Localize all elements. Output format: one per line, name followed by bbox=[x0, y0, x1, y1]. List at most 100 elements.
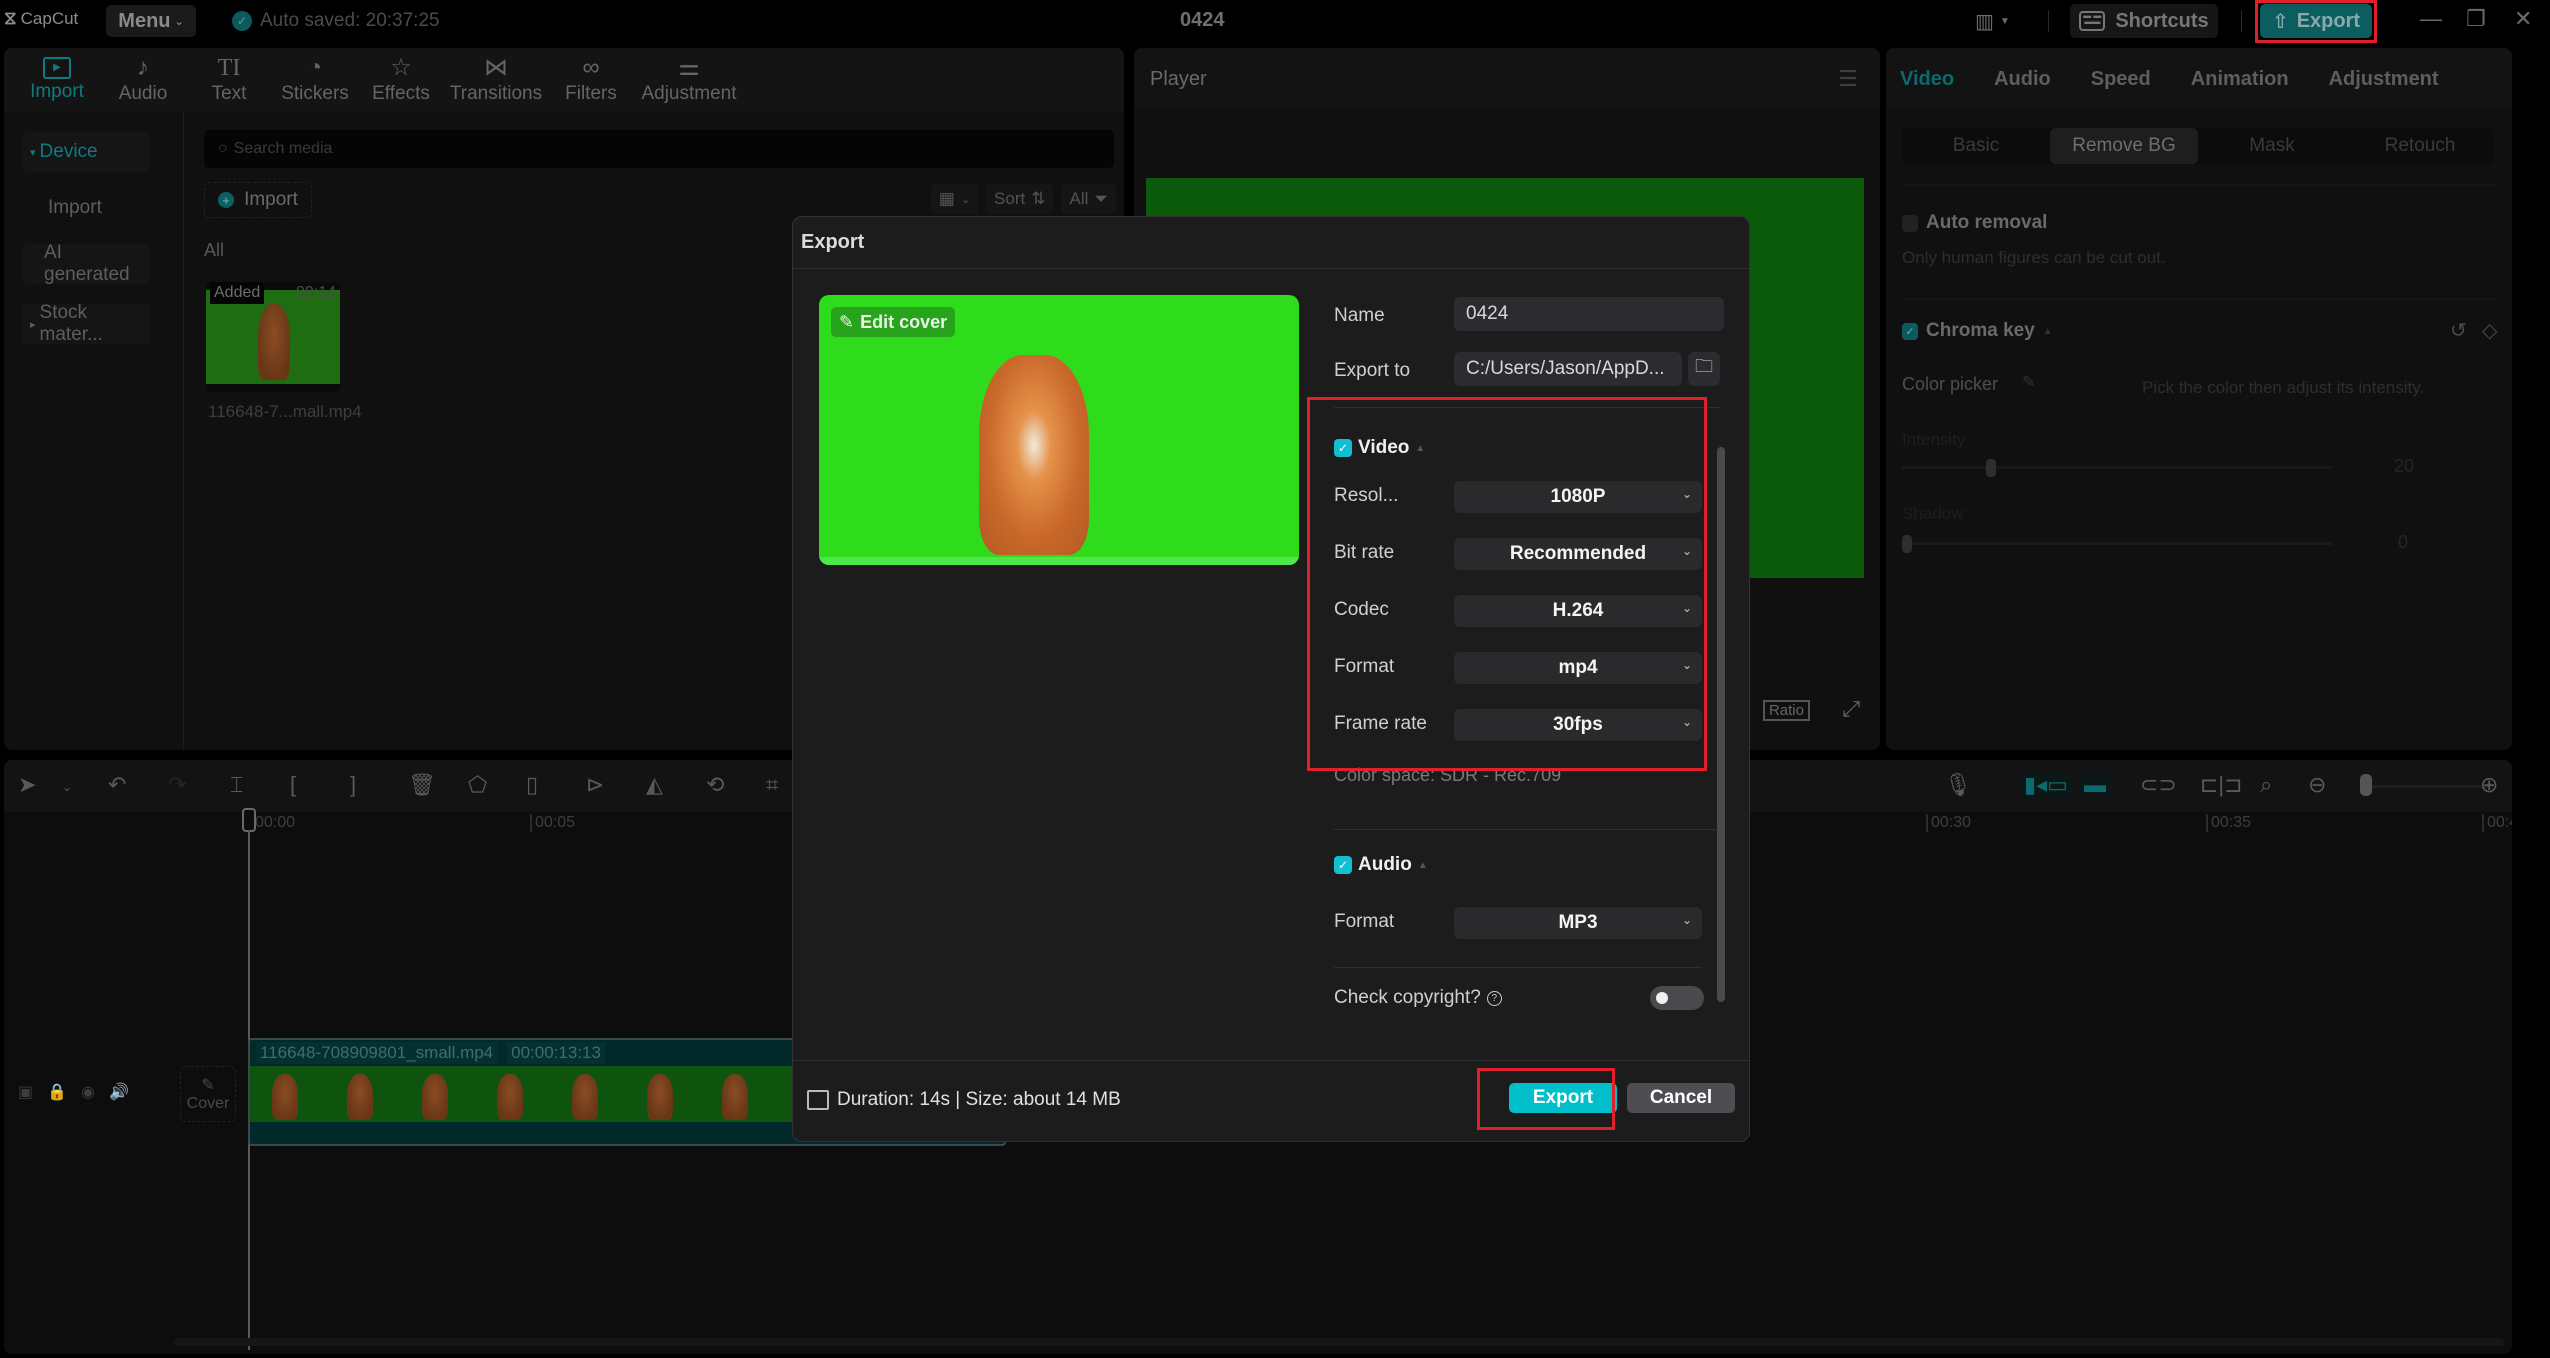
subtab-retouch[interactable]: Retouch bbox=[2346, 128, 2494, 164]
auto-removal-checkbox[interactable] bbox=[1902, 214, 1918, 232]
shadow-slider[interactable] bbox=[1902, 535, 2332, 553]
sidebar-item-ai-generated[interactable]: AI generated bbox=[22, 242, 150, 285]
tab-adjustment[interactable]: Adjustment bbox=[2329, 68, 2439, 91]
filter-button[interactable]: All ⏷ bbox=[1061, 184, 1116, 214]
split-icon[interactable]: ⌶ bbox=[230, 772, 243, 798]
tab-audio[interactable]: Audio bbox=[1994, 68, 2051, 91]
import-button[interactable]: + Import bbox=[204, 182, 312, 218]
split-right-icon[interactable]: ] bbox=[350, 772, 356, 798]
redo-icon[interactable]: ↷ bbox=[168, 772, 186, 798]
keyboard-icon: ▬ ▬ ▬▬ bbox=[2079, 11, 2106, 31]
media-item[interactable]: Added 00:14 bbox=[206, 282, 340, 392]
link-icon[interactable]: ⊂⊃ bbox=[2140, 772, 2177, 798]
zoom-out-icon[interactable]: ⊖ bbox=[2308, 772, 2326, 798]
zoom-fit-icon[interactable]: ⌕ bbox=[2260, 772, 2272, 798]
tool-effects[interactable]: ☆ Effects bbox=[358, 48, 444, 112]
crop-icon[interactable]: ⌗ bbox=[766, 772, 778, 798]
slider-knob[interactable] bbox=[1902, 535, 1912, 553]
freeze-icon[interactable]: ▯ bbox=[526, 772, 538, 798]
caret-up-icon[interactable]: ▲ bbox=[1418, 860, 1428, 871]
marker-icon[interactable]: ⬠ bbox=[468, 772, 487, 798]
tab-speed[interactable]: Speed bbox=[2091, 68, 2151, 91]
intensity-value[interactable]: 20 bbox=[2394, 456, 2414, 477]
lock-icon[interactable]: 🔒 bbox=[47, 1082, 67, 1102]
subtab-remove-bg[interactable]: Remove BG bbox=[2050, 128, 2198, 164]
playhead-handle[interactable] bbox=[242, 808, 256, 832]
tool-audio[interactable]: ♪ Audio bbox=[100, 48, 186, 112]
track-toggle-icon[interactable]: ▣ bbox=[18, 1082, 33, 1102]
microphone-icon[interactable]: 🎙 bbox=[1944, 772, 1972, 798]
split-left-icon[interactable]: [ bbox=[290, 772, 296, 798]
tab-video[interactable]: Video bbox=[1900, 68, 1954, 91]
tool-import[interactable]: ▶ Import bbox=[14, 48, 100, 112]
auto-snap-icon[interactable]: ▬ bbox=[2080, 772, 2110, 798]
main-track-magnet-icon[interactable]: ▮◂▭ bbox=[2020, 772, 2072, 798]
tool-adjustment[interactable]: ⚌ Adjustment bbox=[634, 48, 744, 112]
layout-icon: ▥ bbox=[1975, 11, 1994, 33]
menu-icon[interactable]: ☰ bbox=[1838, 66, 1858, 92]
zoom-in-icon[interactable]: ⊕ bbox=[2480, 772, 2498, 798]
timeline-scrollbar[interactable] bbox=[174, 1338, 2504, 1346]
audio-checkbox[interactable]: ✓ bbox=[1334, 856, 1352, 874]
tool-text[interactable]: TI Text bbox=[186, 48, 272, 112]
menu-button[interactable]: Menu ⌄ bbox=[106, 5, 196, 37]
divider bbox=[1334, 829, 1720, 830]
effects-icon: ☆ bbox=[390, 54, 412, 81]
mirror-icon[interactable]: ◭ bbox=[646, 772, 663, 798]
reverse-icon[interactable]: ⊳ bbox=[586, 772, 604, 798]
edit-cover-button[interactable]: ✎ Edit cover bbox=[831, 307, 956, 337]
divider bbox=[793, 268, 1749, 269]
audio-format-select[interactable]: MP3 ⌄ bbox=[1454, 907, 1702, 939]
fullscreen-icon[interactable]: ⤢ bbox=[1842, 696, 1860, 722]
tab-animation[interactable]: Animation bbox=[2191, 68, 2289, 91]
zoom-slider-knob[interactable] bbox=[2360, 774, 2372, 796]
sidebar-item-device[interactable]: ▾ Device bbox=[22, 132, 150, 172]
eye-icon[interactable]: ◉ bbox=[81, 1082, 95, 1102]
reset-icon[interactable]: ↺ bbox=[2450, 318, 2467, 343]
tool-stickers[interactable]: ◔ Stickers bbox=[272, 48, 358, 112]
sidebar-item-label: Device bbox=[39, 141, 98, 162]
eyedropper-icon[interactable]: ✎ bbox=[2022, 372, 2035, 392]
cancel-button[interactable]: Cancel bbox=[1627, 1083, 1735, 1113]
subtab-mask[interactable]: Mask bbox=[2198, 128, 2346, 164]
shortcuts-button[interactable]: ▬ ▬ ▬▬ Shortcuts bbox=[2070, 4, 2218, 38]
preview-axis-icon[interactable]: ⊏|⊐ bbox=[2200, 772, 2243, 798]
speaker-icon[interactable]: 🔊 bbox=[109, 1082, 129, 1102]
sidebar-item-stock-material[interactable]: ▸ Stock mater... bbox=[22, 302, 150, 345]
intensity-slider[interactable] bbox=[1902, 459, 2332, 477]
keyframe-icon[interactable]: ◇ bbox=[2482, 318, 2497, 343]
sort-button[interactable]: Sort ⇅ bbox=[986, 184, 1054, 214]
cover-preview[interactable]: ✎ Edit cover bbox=[819, 295, 1299, 565]
rotate-icon[interactable]: ⟲ bbox=[706, 772, 724, 798]
media-filename: 116648-7...mall.mp4 bbox=[208, 402, 362, 421]
import-icon: ▶ bbox=[43, 57, 71, 79]
chevron-down-icon[interactable]: ⌄ bbox=[62, 780, 72, 794]
shadow-value[interactable]: 0 bbox=[2398, 532, 2408, 553]
export-path-input[interactable]: C:/Users/Jason/AppD... bbox=[1454, 352, 1682, 386]
undo-icon[interactable]: ↶ bbox=[108, 772, 126, 798]
folder-icon[interactable]: 🗀 bbox=[1688, 352, 1720, 386]
capcut-logo-icon: ⧖ bbox=[4, 8, 17, 28]
tool-transitions[interactable]: ⋈ Transitions bbox=[444, 48, 548, 112]
search-input[interactable]: ○ Search media bbox=[204, 130, 1114, 168]
restore-icon[interactable]: ❐ bbox=[2466, 6, 2486, 32]
subtab-basic[interactable]: Basic bbox=[1902, 128, 2050, 164]
tool-filters[interactable]: ∞ Filters bbox=[548, 48, 634, 112]
highlight-box bbox=[1307, 397, 1707, 771]
name-input[interactable]: 0424 bbox=[1454, 297, 1724, 331]
help-icon[interactable]: ? bbox=[1486, 990, 1502, 1006]
sidebar-item-import[interactable]: Import bbox=[22, 188, 150, 228]
layout-button[interactable]: ▥ ▼ bbox=[1975, 9, 2010, 34]
cover-button[interactable]: ✎ Cover bbox=[180, 1066, 236, 1122]
select-tool-icon[interactable]: ➤ bbox=[18, 772, 36, 798]
ratio-button[interactable]: Ratio bbox=[1762, 700, 1810, 721]
dialog-scrollbar[interactable] bbox=[1717, 447, 1725, 1002]
grid-view-button[interactable]: ▦ ⌄ bbox=[930, 184, 979, 214]
check-copyright-toggle[interactable] bbox=[1650, 986, 1704, 1010]
slider-knob[interactable] bbox=[1986, 459, 1996, 477]
close-icon[interactable]: ✕ bbox=[2514, 6, 2532, 32]
zoom-slider[interactable] bbox=[2368, 785, 2488, 788]
minimize-icon[interactable]: — bbox=[2420, 6, 2442, 32]
delete-icon[interactable]: 🗑 bbox=[408, 772, 436, 798]
chroma-key-checkbox[interactable]: ✓ bbox=[1902, 322, 1918, 340]
